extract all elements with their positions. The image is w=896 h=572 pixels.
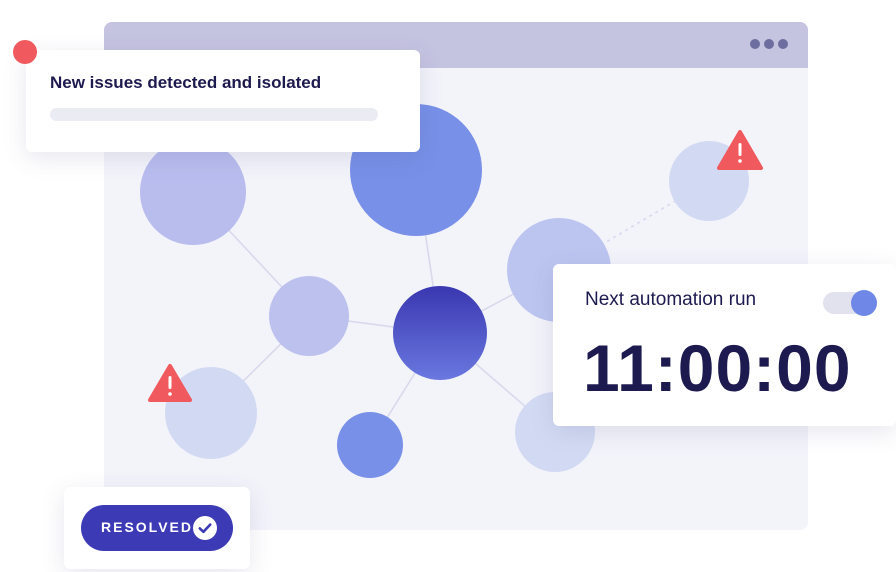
issues-card: New issues detected and isolated (26, 50, 420, 152)
graph-hub-node (393, 286, 487, 380)
resolved-card: RESOLVED (64, 487, 250, 569)
automation-run-title: Next automation run (585, 289, 757, 310)
issues-title: New issues detected and isolated (50, 73, 322, 92)
resolved-button[interactable]: RESOLVED (81, 505, 233, 551)
toggle-knob (851, 290, 877, 316)
graph-node (337, 412, 403, 478)
issues-progress-bar (50, 108, 378, 121)
automation-toggle[interactable] (823, 290, 877, 316)
automation-run-card: Next automation run 11:00:00 (553, 264, 896, 426)
check-circle-icon (193, 516, 217, 540)
alert-status-dot (13, 40, 37, 64)
resolved-label: RESOLVED (101, 519, 193, 535)
graph-node (140, 139, 246, 245)
graph-node (269, 276, 349, 356)
automation-run-time: 11:00:00 (583, 331, 852, 405)
